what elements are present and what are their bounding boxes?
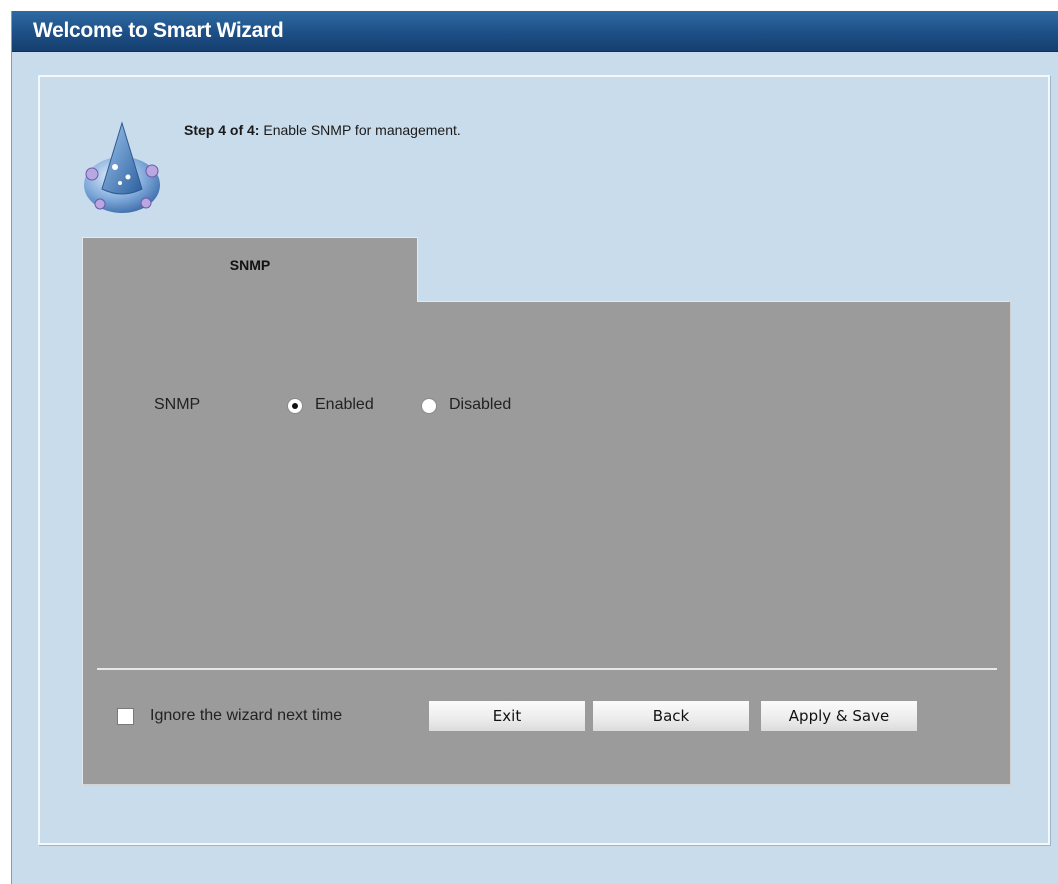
snmp-disabled-radio[interactable] (421, 398, 437, 414)
snmp-label: SNMP (154, 396, 201, 413)
wizard-frame: Step 4 of 4: Enable SNMP for management.… (38, 75, 1050, 845)
wizard-icon (84, 121, 160, 213)
snmp-panel: SNMP Enabled Disabled Ignore the wizard … (82, 302, 1011, 786)
exit-button[interactable]: Exit (428, 700, 586, 732)
snmp-disabled-label[interactable]: Disabled (449, 396, 511, 414)
back-button[interactable]: Back (592, 700, 750, 732)
snmp-enabled-radio[interactable] (287, 398, 303, 414)
window-title: Welcome to Smart Wizard (33, 19, 284, 42)
apply-save-button[interactable]: Apply & Save (760, 700, 918, 732)
tab-snmp-label: SNMP (229, 257, 271, 273)
smart-wizard-window: Welcome to Smart Wizard Step 4 of 4: Ena… (11, 11, 1058, 884)
step-description: Enable SNMP for management. (259, 122, 461, 138)
snmp-enabled-label[interactable]: Enabled (315, 396, 374, 414)
step-indicator: Step 4 of 4: Enable SNMP for management. (184, 122, 461, 138)
tab-snmp[interactable]: SNMP (82, 237, 418, 302)
step-number: Step 4 of 4: (184, 122, 260, 138)
title-bar: Welcome to Smart Wizard (12, 11, 1058, 52)
ignore-wizard-checkbox[interactable] (117, 708, 134, 725)
footer-divider (97, 668, 997, 670)
ignore-wizard-label[interactable]: Ignore the wizard next time (150, 707, 342, 725)
